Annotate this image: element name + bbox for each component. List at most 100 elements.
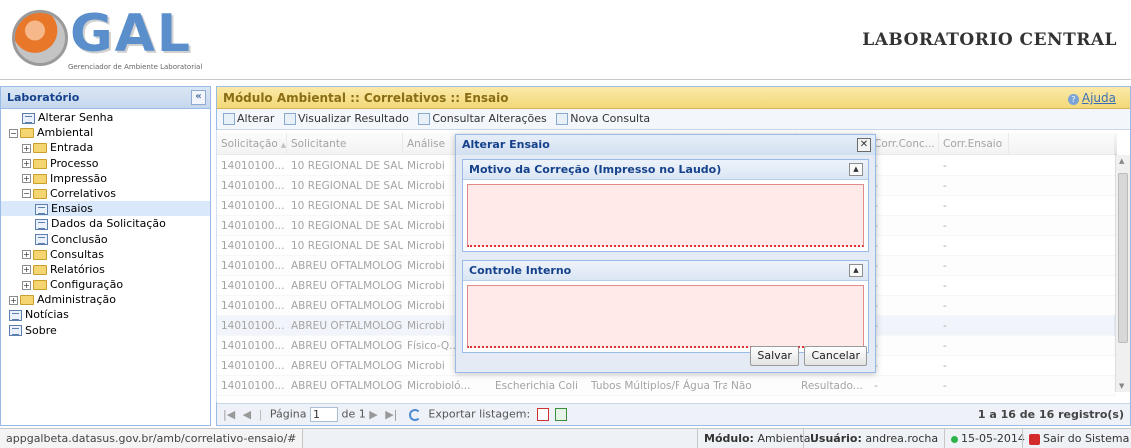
dialog-title: Alterar Ensaio — [462, 138, 550, 151]
logout-label: Sair do Sistema — [1043, 432, 1130, 445]
date-value: 15-05-2014 — [961, 432, 1025, 445]
tree-node[interactable]: + Administração — [1, 292, 210, 307]
scrollbar-thumb[interactable] — [1118, 173, 1128, 343]
logo-emblem-icon — [12, 10, 68, 66]
user-label: Usuário: — [810, 432, 862, 445]
expand-toggle-icon[interactable]: + — [22, 265, 31, 275]
controle-interno-header: Controle Interno ▲ — [463, 261, 868, 281]
collapse-toggle-icon[interactable]: − — [9, 128, 18, 138]
page-icon — [9, 325, 22, 337]
tree-node-label: Dados da Solicitação — [51, 217, 166, 231]
tree-node[interactable]: Alterar Senha — [1, 110, 210, 125]
export-excel-icon[interactable] — [555, 408, 568, 421]
folder-icon — [33, 188, 47, 199]
tree-node[interactable]: Dados da Solicitação — [1, 216, 210, 231]
navigation-panel: Laboratório « Alterar Senha − Ambiental + En… — [0, 86, 211, 426]
expand-toggle-icon[interactable]: + — [22, 174, 31, 184]
tree-node[interactable]: + Impressão — [1, 171, 210, 186]
motivo-correcao-textarea[interactable] — [467, 184, 864, 247]
logo-tagline: Gerenciador de Ambiente Laboratorial — [68, 63, 203, 71]
page-label: Página — [269, 407, 307, 421]
page-input[interactable]: 1 — [310, 407, 338, 422]
prev-page-icon[interactable]: ◀ — [243, 408, 251, 421]
refresh-icon[interactable] — [408, 408, 421, 421]
folder-icon — [33, 158, 47, 169]
folder-icon — [33, 264, 47, 275]
dialog-title-bar[interactable]: Alterar Ensaio ✕ — [456, 135, 875, 155]
expand-toggle-icon[interactable]: + — [22, 159, 31, 169]
tree-node[interactable]: + Entrada — [1, 140, 210, 155]
tree-node-label: Configuração — [50, 278, 124, 292]
folder-icon — [33, 249, 47, 260]
tree-node[interactable]: − Correlativos — [1, 186, 210, 201]
cancel-button[interactable]: Cancelar — [804, 346, 867, 366]
folder-icon — [20, 295, 34, 306]
last-page-icon[interactable]: ▶| — [385, 408, 397, 421]
scroll-down-icon[interactable]: ▼ — [1119, 382, 1124, 390]
tree-node[interactable]: + Relatórios — [1, 262, 210, 277]
paging-toolbar: |◀ ◀ | Página 1 de 1 ▶ ▶| Exportar lista… — [217, 403, 1130, 425]
next-page-icon[interactable]: ▶ — [369, 408, 377, 421]
help-icon: ? — [1067, 94, 1079, 105]
app-header: GAL Gerenciador de Ambiente Laboratorial… — [0, 0, 1131, 80]
date-indicator: 15-05-2014 — [944, 429, 1031, 448]
grid-scrollbar[interactable]: ▲ ▼ — [1115, 155, 1130, 392]
collapse-toggle-icon[interactable]: − — [22, 189, 31, 199]
first-page-icon[interactable]: |◀ — [223, 408, 235, 421]
scroll-up-icon[interactable]: ▲ — [1119, 157, 1124, 165]
tree-node-label: Conclusão — [51, 232, 108, 246]
help-link[interactable]: ? Ajuda — [1067, 91, 1116, 105]
expand-toggle-icon[interactable]: + — [22, 280, 31, 290]
tree-node[interactable]: + Processo — [1, 156, 210, 171]
document-icon — [283, 113, 296, 125]
page-icon — [35, 234, 48, 245]
status-bar: appgalbeta.datasus.gov.br/amb/correlativ… — [0, 428, 1131, 448]
help-label: Ajuda — [1081, 91, 1116, 105]
save-button[interactable]: Salvar — [750, 346, 799, 366]
expand-toggle-icon[interactable]: + — [9, 295, 18, 305]
alterar-label: Alterar — [237, 112, 275, 125]
consultar-alteracoes-label: Consultar Alterações — [432, 112, 547, 125]
alterar-ensaio-dialog: Alterar Ensaio ✕ Motivo da Correção (Imp… — [455, 134, 876, 373]
module-indicator: Módulo: Ambiental — [697, 429, 820, 448]
controle-interno-textarea[interactable] — [467, 285, 864, 348]
logout-button[interactable]: Sair do Sistema — [1022, 429, 1131, 448]
motivo-correcao-header: Motivo da Correção (Impresso no Laudo) ▲ — [463, 160, 868, 180]
motivo-correcao-title: Motivo da Correção (Impresso no Laudo) — [469, 163, 722, 176]
collapse-panel-button[interactable]: « — [191, 90, 206, 105]
tree-node-label: Entrada — [50, 141, 94, 155]
expand-toggle-icon[interactable]: + — [22, 143, 31, 153]
tree-node-label: Administração — [37, 293, 116, 307]
tree-node[interactable]: + Consultas — [1, 247, 210, 262]
nova-consulta-button[interactable]: Nova Consulta — [556, 112, 650, 125]
tree-node-label: Sobre — [25, 323, 57, 337]
tree-node-label: Relatórios — [50, 262, 105, 276]
page-icon — [35, 203, 48, 215]
alterar-button[interactable]: Alterar — [223, 112, 274, 125]
expand-toggle-icon[interactable]: + — [22, 250, 31, 260]
lab-title: LABORATORIO CENTRAL — [862, 30, 1117, 50]
page-icon — [22, 112, 35, 124]
nova-consulta-label: Nova Consulta — [570, 112, 651, 125]
page-icon — [35, 218, 48, 230]
tree-node-label: Consultas — [50, 247, 104, 261]
tree-node-label: Alterar Senha — [38, 111, 114, 124]
user-indicator: Usuário: andrea.rocha — [803, 429, 944, 448]
navigation-panel-title: Laboratório — [7, 91, 80, 104]
tree-node[interactable]: − Ambiental — [1, 125, 210, 140]
visualizar-resultado-button[interactable]: Visualizar Resultado — [283, 112, 409, 125]
tree-node[interactable]: + Configuração — [1, 277, 210, 292]
close-icon[interactable]: ✕ — [857, 138, 871, 152]
tree-node[interactable]: Conclusão — [1, 232, 210, 247]
tree-node-label: Ambiental — [37, 126, 94, 140]
collapse-motivo-icon[interactable]: ▲ — [849, 163, 863, 176]
export-pdf-icon[interactable] — [536, 408, 549, 421]
controle-interno-title: Controle Interno — [469, 264, 572, 277]
page-icon — [9, 309, 22, 321]
page-title: Módulo Ambiental :: Correlativos :: Ensa… — [223, 91, 509, 105]
tree-node[interactable]: Sobre — [1, 323, 210, 338]
collapse-controle-icon[interactable]: ▲ — [849, 264, 863, 277]
consultar-alteracoes-button[interactable]: Consultar Alterações — [418, 112, 547, 125]
tree-node[interactable]: Ensaios — [1, 201, 210, 217]
tree-node[interactable]: Notícias — [1, 307, 210, 322]
